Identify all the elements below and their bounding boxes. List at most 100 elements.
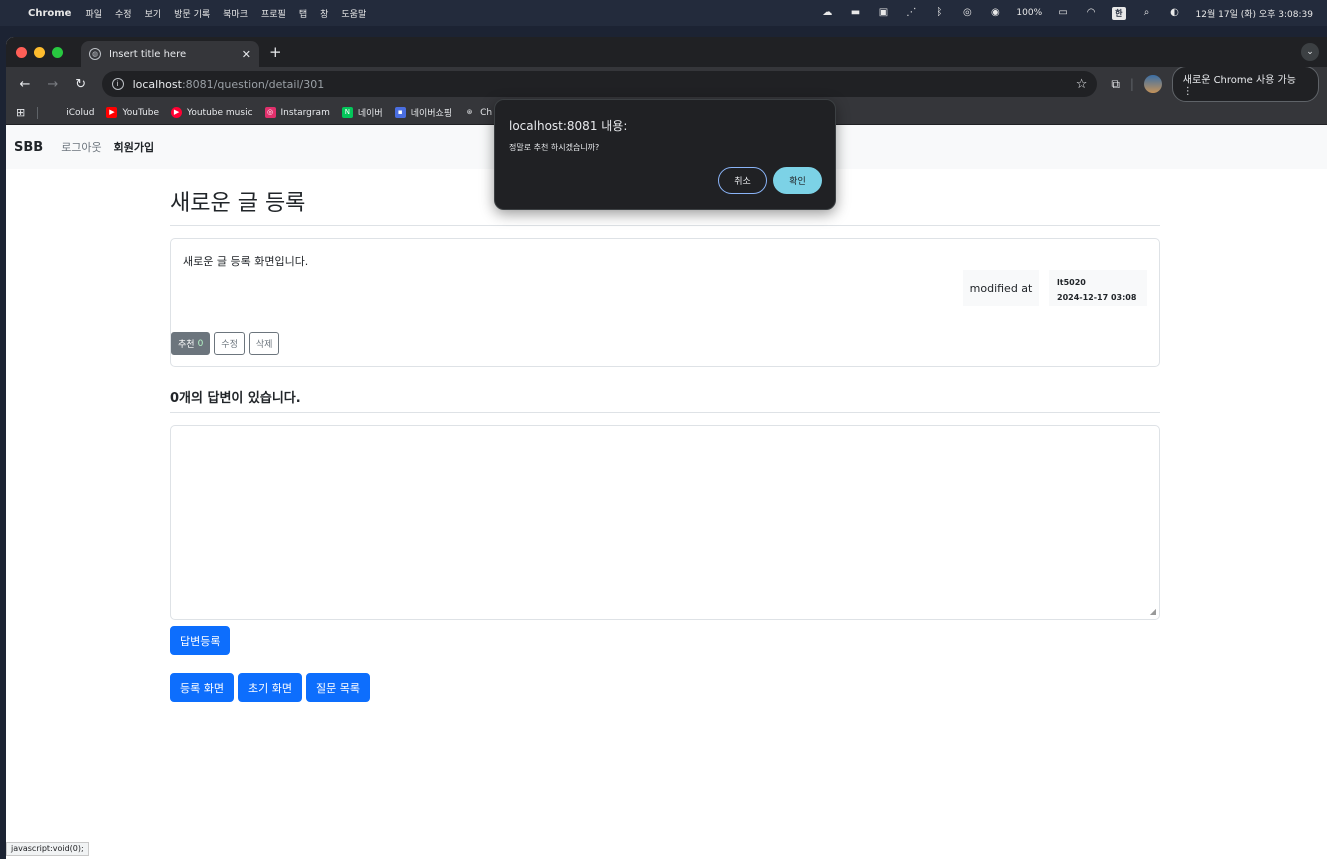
spotlight-search-icon[interactable]: ⌕	[1140, 8, 1154, 18]
menu-history[interactable]: 방문 기록	[174, 7, 210, 20]
battery-percent: 100%	[1016, 8, 1043, 18]
modified-at-badge: modified at	[963, 270, 1039, 306]
bookmark-label: YouTube	[122, 107, 160, 118]
delete-button[interactable]: 삭제	[248, 332, 280, 355]
dialog-cancel-button[interactable]: 취소	[718, 167, 767, 194]
url-path: :8081/question/detail/301	[181, 77, 325, 91]
cloud-icon[interactable]: ☁	[820, 8, 834, 18]
modified-at-label: modified at	[969, 281, 1033, 295]
address-bar[interactable]: i localhost :8081/question/detail/301 ☆	[101, 71, 1098, 97]
bluetooth-icon[interactable]: ᛒ	[932, 8, 946, 18]
tab-strip: ◍ Insert title here ✕ + ⌄	[6, 37, 1327, 67]
submit-answer-button[interactable]: 답변등록	[170, 626, 231, 655]
menubar-datetime[interactable]: 12월 17일 (화) 오후 3:08:39	[1196, 7, 1313, 20]
openai-icon: ⊛	[466, 108, 473, 116]
instagram-icon: ◎	[264, 107, 276, 118]
menubar-status-area: ☁ ▬ ▣ ⋰ ᛒ ◎ ◉ 100% ▭ ◠ 한 ⌕ ◐ 12월 17일 (화)…	[820, 6, 1313, 20]
dots-icon[interactable]: ⋰	[904, 8, 918, 18]
site-info-icon[interactable]: i	[111, 78, 124, 90]
answer-submit-row: 답변등록	[170, 626, 1160, 655]
question-buttons: 추천 0 수정 삭제	[171, 332, 280, 355]
naver-shopping-icon: ▪	[394, 107, 406, 118]
tab-title: Insert title here	[109, 48, 187, 60]
input-method-badge[interactable]: 한	[1112, 6, 1126, 20]
bookmark-label: Youtube music	[187, 107, 253, 118]
menubar-app-name[interactable]: Chrome	[28, 8, 71, 19]
status-bar: javascript:void(0);	[6, 842, 89, 856]
naver-icon: N	[341, 107, 353, 118]
dialog-message: 정말로 추천 하시겠습니까?	[509, 143, 600, 152]
navbar-brand[interactable]: SBB	[14, 140, 43, 155]
home-page-button[interactable]: 초기 화면	[237, 673, 302, 702]
reload-icon[interactable]: ↻	[70, 77, 92, 92]
bookmark-star-icon[interactable]: ☆	[1076, 77, 1088, 92]
signup-link[interactable]: 회원가입	[114, 139, 154, 155]
new-tab-icon[interactable]: +	[269, 43, 282, 61]
menu-help[interactable]: 도움말	[341, 7, 366, 20]
bookmark-naver[interactable]: N 네이버	[341, 106, 383, 119]
bookmark-youtube-music[interactable]: ▶ Youtube music	[171, 107, 253, 118]
answer-textarea[interactable]: ◢	[170, 425, 1160, 620]
close-window-icon[interactable]	[16, 46, 27, 58]
menu-profile[interactable]: 프로필	[261, 7, 286, 20]
toolbar-divider: |	[1129, 77, 1134, 91]
question-date: 2024-12-17 03:08	[1057, 293, 1137, 302]
recommend-count: 0	[197, 338, 204, 349]
url-host: localhost	[132, 77, 182, 91]
bookmark-label: iColud	[66, 107, 95, 118]
menu-window[interactable]: 창	[320, 7, 328, 20]
question-content: 새로운 글 등록 화면입니다.	[183, 255, 309, 268]
author-name: lt5020	[1057, 278, 1086, 287]
bookmark-instagram[interactable]: ◎ Instargram	[264, 107, 330, 118]
close-tab-icon[interactable]: ✕	[242, 48, 251, 61]
bookmark-label: 네이버쇼핑	[410, 109, 453, 119]
menu-file[interactable]: 파일	[85, 7, 102, 20]
bookmark-chatgpt[interactable]: ⊛ Ch	[464, 107, 492, 118]
question-card: 새로운 글 등록 화면입니다. modified at lt5020 2024-…	[170, 238, 1160, 367]
maximize-window-icon[interactable]	[52, 46, 63, 58]
battery-icon[interactable]: ▭	[1056, 8, 1070, 18]
logout-link[interactable]: 로그아웃	[61, 139, 101, 155]
window-icon[interactable]: ▣	[876, 8, 890, 18]
wifi-icon[interactable]: ◠	[1084, 8, 1098, 18]
recommend-label: 추천	[178, 340, 195, 350]
browser-toolbar: ← → ↻ i localhost :8081/question/detail/…	[6, 66, 1327, 102]
control-center-icon[interactable]: ◐	[1168, 8, 1182, 18]
menu-bookmarks[interactable]: 북마크	[223, 7, 248, 20]
airdrop-icon[interactable]: ◎	[960, 8, 974, 18]
menu-tab[interactable]: 탭	[299, 7, 307, 20]
minimize-window-icon[interactable]	[34, 46, 45, 58]
resize-grip-icon[interactable]: ◢	[1150, 607, 1156, 616]
display-icon[interactable]: ▬	[848, 8, 862, 18]
youtube-icon: ▶	[106, 107, 118, 118]
apps-grid-icon[interactable]: ⊞	[16, 106, 25, 119]
edit-button[interactable]: 수정	[214, 332, 245, 355]
question-container: 새로운 글 등록 새로운 글 등록 화면입니다. modified at lt5…	[170, 185, 1160, 702]
dialog-ok-button[interactable]: 확인	[773, 167, 822, 194]
bookmarks-divider	[37, 106, 39, 119]
bookmark-icloud[interactable]: iColud	[50, 107, 94, 118]
author-badge: lt5020 2024-12-17 03:08	[1049, 270, 1147, 306]
browser-tab[interactable]: ◍ Insert title here ✕	[81, 41, 259, 67]
bookmark-youtube[interactable]: ▶ YouTube	[106, 107, 159, 118]
menu-view[interactable]: 보기	[145, 7, 162, 20]
register-page-button[interactable]: 등록 화면	[170, 673, 234, 702]
question-list-button[interactable]: 질문 목록	[305, 673, 370, 702]
dialog-title: localhost:8081 내용:	[509, 119, 628, 133]
user-icon[interactable]: ◉	[988, 8, 1002, 18]
globe-icon: ◍	[89, 48, 101, 60]
toolbar-right: ⧉ | 새로운 Chrome 사용 가능 ⋮	[1111, 66, 1319, 102]
extensions-puzzle-icon[interactable]: ⧉	[1111, 77, 1120, 92]
bookmark-naver-shopping[interactable]: ▪ 네이버쇼핑	[394, 106, 453, 119]
profile-avatar[interactable]	[1143, 75, 1162, 93]
tab-search-chevron-icon[interactable]: ⌄	[1301, 43, 1319, 61]
forward-arrow-icon[interactable]: →	[42, 77, 64, 92]
chrome-update-button[interactable]: 새로운 Chrome 사용 가능 ⋮	[1171, 66, 1319, 102]
recommend-button[interactable]: 추천 0	[171, 332, 211, 355]
youtube-music-icon: ▶	[171, 107, 183, 118]
back-arrow-icon[interactable]: ←	[14, 77, 36, 92]
bookmark-label: Ch	[480, 107, 493, 118]
confirm-dialog: localhost:8081 내용: 정말로 추천 하시겠습니까? 취소 확인	[494, 99, 836, 210]
menu-edit[interactable]: 수정	[115, 7, 132, 20]
window-controls	[16, 46, 63, 58]
